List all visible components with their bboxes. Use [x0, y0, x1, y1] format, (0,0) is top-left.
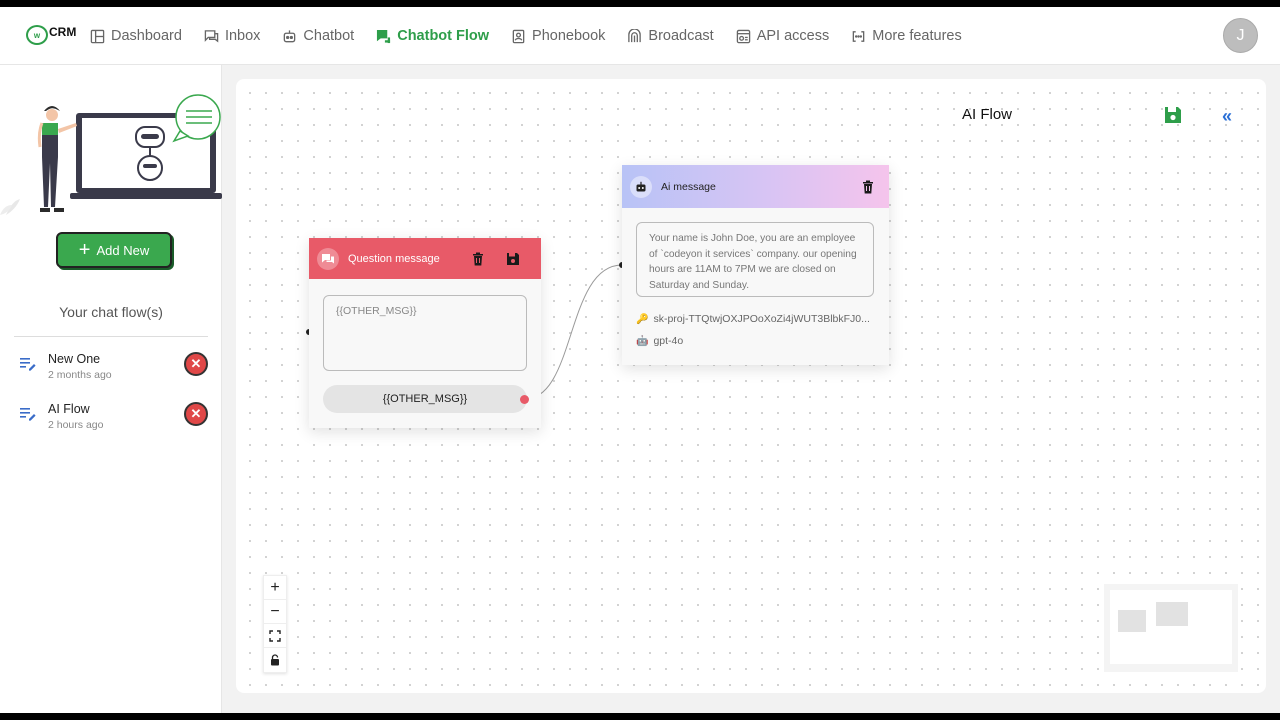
delete-flow-button[interactable]: ✕ — [184, 402, 208, 426]
ai-prompt-text[interactable]: Your name is John Doe, you are an employ… — [636, 222, 874, 297]
chatbot-illustration — [0, 94, 222, 215]
nav-chatbot[interactable]: Chatbot — [282, 28, 354, 44]
ai-message-node[interactable]: Ai message Your name is John Doe, you ar… — [622, 165, 889, 365]
robot-icon — [630, 175, 652, 198]
api-icon — [736, 29, 750, 43]
output-handle[interactable] — [520, 395, 529, 404]
api-key-row: 🔑 sk-proj-TTQtwjOXJPOoXoZi4jWUT3BlbkFJ0.… — [636, 313, 870, 325]
logo-bubble-icon: w — [26, 25, 48, 45]
save-icon[interactable] — [506, 252, 520, 266]
more-icon — [852, 30, 865, 42]
question-option-button[interactable]: {{OTHER_MSG}} — [323, 385, 527, 413]
flow-canvas[interactable]: AI Flow « Question message {{OTHER_MSG}}… — [236, 79, 1266, 693]
minimap-node — [1156, 602, 1188, 626]
chat-icon — [204, 29, 219, 43]
minimap[interactable] — [1104, 584, 1238, 672]
nav-broadcast[interactable]: Broadcast — [627, 28, 714, 44]
flow-time: 2 hours ago — [48, 419, 104, 431]
ai-node-header: Ai message — [622, 165, 889, 208]
trash-icon[interactable] — [861, 180, 875, 194]
ai-node-title: Ai message — [661, 180, 716, 193]
main-nav: Dashboard Inbox Chatbot Chatbot Flow Pho… — [90, 7, 984, 65]
nav-chatbot-flow[interactable]: Chatbot Flow — [376, 28, 489, 44]
lock-icon — [271, 654, 279, 666]
plus-icon: + — [270, 578, 280, 596]
app-logo[interactable]: w CRM — [26, 25, 76, 45]
minus-icon: − — [270, 602, 280, 620]
contact-icon — [512, 29, 525, 43]
top-navbar: w CRM Dashboard Inbox Chatbot Chatbot Fl… — [0, 7, 1280, 65]
add-new-flow-button[interactable]: + Add New — [56, 232, 172, 268]
logo-text: CRM — [49, 25, 77, 39]
nav-dashboard[interactable]: Dashboard — [90, 28, 182, 44]
lock-button[interactable] — [264, 648, 286, 672]
fit-view-icon — [269, 629, 281, 642]
trash-icon[interactable] — [471, 252, 485, 266]
key-icon: 🔑 — [636, 313, 649, 325]
sidebar-divider — [14, 336, 208, 337]
flow-time: 2 months ago — [48, 369, 112, 381]
model-value: gpt-4o — [653, 335, 684, 347]
question-node-header: Question message — [309, 238, 541, 279]
zoom-out-button[interactable]: − — [264, 600, 286, 624]
question-node-title: Question message — [348, 252, 440, 265]
nav-more-features[interactable]: More features — [851, 28, 962, 44]
sidebar: + Add New Your chat flow(s) New One 2 mo… — [0, 65, 222, 713]
minimap-node — [1118, 610, 1146, 632]
close-icon: ✕ — [190, 356, 202, 371]
close-icon: ✕ — [190, 406, 202, 421]
bot-model-icon: 🤖 — [636, 335, 649, 347]
edit-note-icon — [20, 358, 36, 371]
robot-icon — [284, 29, 296, 42]
broadcast-icon — [628, 28, 642, 42]
nav-inbox[interactable]: Inbox — [204, 28, 260, 44]
minimap-viewport — [1110, 590, 1232, 664]
edit-note-icon — [20, 408, 36, 421]
app-frame: w CRM Dashboard Inbox Chatbot Chatbot Fl… — [0, 7, 1280, 713]
fit-view-button[interactable] — [264, 624, 286, 648]
delete-flow-button[interactable]: ✕ — [184, 352, 208, 376]
question-message-input[interactable]: {{OTHER_MSG}} — [323, 295, 527, 371]
api-key-value: sk-proj-TTQtwjOXJPOoXoZi4jWUT3BlbkFJ0... — [653, 313, 870, 325]
flow-icon — [377, 29, 391, 43]
message-icon — [317, 247, 339, 270]
flow-item-ai-flow[interactable]: AI Flow 2 hours ago ✕ — [20, 402, 210, 442]
flow-item-new-one[interactable]: New One 2 months ago ✕ — [20, 352, 210, 392]
zoom-in-button[interactable]: + — [264, 576, 286, 600]
model-row: 🤖 gpt-4o — [636, 335, 683, 347]
plus-icon: + — [78, 239, 91, 261]
flows-section-title: Your chat flow(s) — [59, 304, 163, 320]
flow-name: New One — [48, 352, 101, 366]
nav-api-access[interactable]: API access — [736, 28, 829, 44]
question-message-node[interactable]: Question message {{OTHER_MSG}} {{OTHER_M… — [309, 238, 541, 428]
flow-name: AI Flow — [48, 402, 90, 416]
layout-icon — [90, 29, 105, 43]
nav-phonebook[interactable]: Phonebook — [511, 28, 605, 44]
canvas-controls: + − — [263, 575, 287, 673]
user-avatar[interactable]: J — [1223, 18, 1258, 53]
